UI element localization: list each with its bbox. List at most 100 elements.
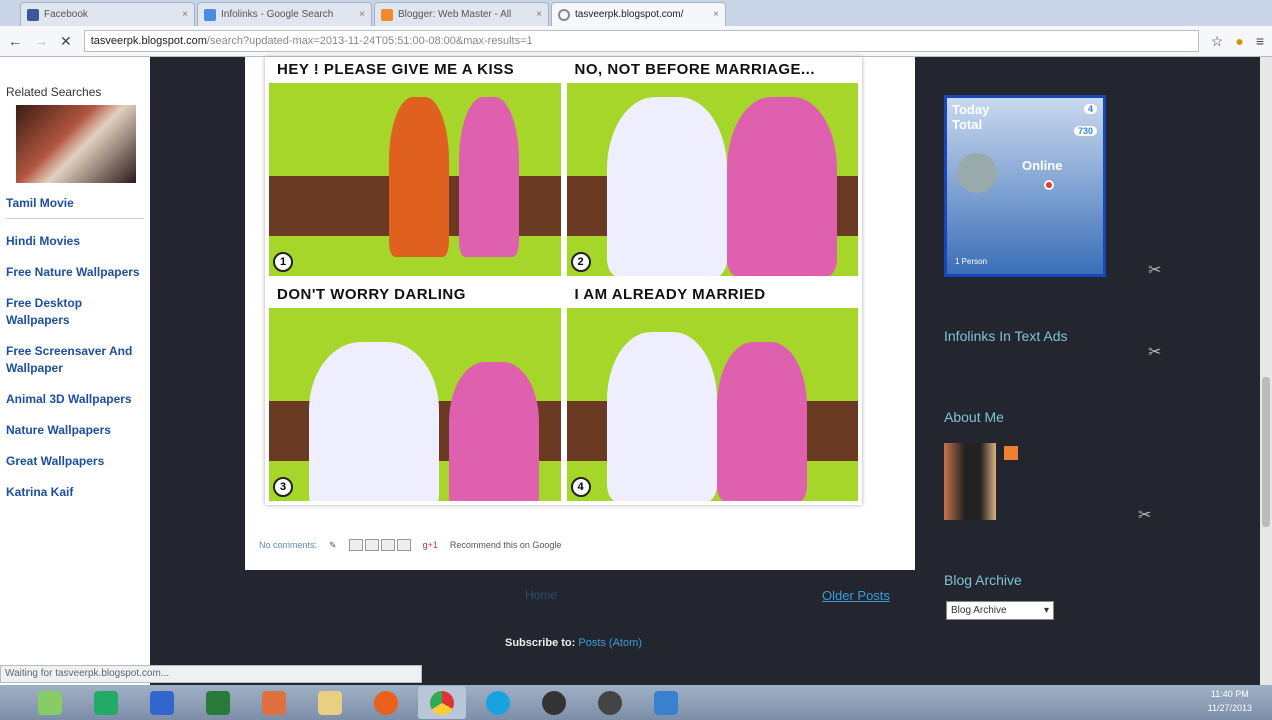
subscribe-line: Subscribe to: Posts (Atom): [505, 637, 642, 649]
close-icon[interactable]: ×: [182, 9, 188, 20]
tab-strip: Facebook × Infolinks - Google Search × Blo…: [0, 0, 1272, 26]
total-value: 730: [1073, 126, 1097, 136]
blog-archive-title: Blog Archive: [944, 572, 1022, 588]
infolinks-title: Infolinks In Text Ads: [944, 328, 1068, 344]
comments-link[interactable]: No comments:: [259, 540, 317, 550]
about-me-title: About Me: [944, 409, 1004, 425]
powerpoint-icon[interactable]: [250, 686, 298, 719]
home-link[interactable]: Home: [525, 588, 557, 602]
clock-time: 11:40 PM: [1210, 689, 1249, 699]
subscribe-link[interactable]: Posts (Atom): [578, 637, 642, 649]
edit-widget-icon[interactable]: ✂: [1148, 342, 1161, 362]
related-link[interactable]: Free Desktop Wallpapers: [6, 295, 144, 329]
persons-count: 1 Person: [955, 257, 988, 266]
tab-label: Facebook: [44, 9, 88, 20]
edit-pencil-icon[interactable]: ✎: [329, 540, 337, 551]
status-bar: Waiting for tasveerpk.blogspot.com...: [0, 665, 422, 683]
post-footer: No comments: ✎ g+1 Recommend this on Goo…: [259, 539, 561, 551]
related-link[interactable]: Tamil Movie: [6, 195, 144, 219]
chevron-down-icon: ▾: [1043, 605, 1049, 616]
globe-icon: [957, 153, 997, 193]
email-share-icon[interactable]: [348, 539, 363, 551]
panel-caption: NO, NOT BEFORE MARRIAGE...: [566, 57, 858, 83]
word-icon[interactable]: [82, 686, 130, 719]
related-link[interactable]: Katrina Kaif: [6, 484, 144, 501]
related-searches-sidebar: Related Searches Tamil Movie Hindi Movie…: [0, 57, 150, 685]
tab-blogger[interactable]: Blogger: Web Master - All ×: [374, 2, 549, 26]
related-thumbnail[interactable]: [16, 105, 136, 183]
panel-number: 1: [273, 252, 293, 272]
facebook-share-icon[interactable]: [396, 539, 411, 551]
edit-widget-icon[interactable]: ✂: [1148, 260, 1161, 280]
panel-caption: HEY ! PLEASE GIVE ME A KISS: [269, 57, 561, 83]
excel-icon[interactable]: [194, 686, 242, 719]
extension-icon[interactable]: ●: [1235, 33, 1243, 49]
tab-label: tasveerpk.blogspot.com/: [575, 9, 684, 20]
file-explorer-icon[interactable]: [306, 686, 354, 719]
profile-photo[interactable]: [944, 443, 996, 520]
related-searches-title: Related Searches: [6, 85, 102, 99]
blog-share-icon[interactable]: [364, 539, 379, 551]
older-posts-link[interactable]: Older Posts: [822, 588, 890, 603]
share-buttons: [348, 539, 411, 551]
loading-icon: [558, 8, 570, 21]
forward-icon[interactable]: →: [34, 33, 48, 49]
comic-panel: NO, NOT BEFORE MARRIAGE... 2: [566, 57, 858, 276]
blogger-icon: [381, 8, 393, 21]
blog-post: HEY ! PLEASE GIVE ME A KISS 1 NO, NOT BEF…: [245, 57, 915, 570]
close-icon[interactable]: ×: [713, 9, 719, 20]
online-dot-icon: [1044, 180, 1054, 190]
blog-archive-select[interactable]: Blog Archive ▾: [946, 601, 1054, 620]
chrome-icon[interactable]: [418, 686, 466, 719]
back-icon[interactable]: ←: [8, 33, 22, 49]
scrollbar[interactable]: [1260, 57, 1272, 685]
tab-label: Infolinks - Google Search: [221, 9, 334, 20]
url-path: /search?updated-max=2013-11-24T05:51:00-…: [206, 35, 533, 47]
comic-panel: I AM ALREADY MARRIED 4: [566, 282, 858, 501]
stop-icon[interactable]: ✕: [60, 33, 72, 50]
related-link[interactable]: Free Screensaver And Wallpaper: [6, 343, 144, 377]
related-link[interactable]: Great Wallpapers: [6, 453, 144, 470]
panel-number: 4: [570, 477, 591, 497]
clock-date: 11/27/2013: [1207, 703, 1252, 713]
notepad-icon[interactable]: [26, 686, 74, 719]
today-value: 4: [1083, 104, 1097, 114]
taskbar: 11:40 PM 11/27/2013: [0, 685, 1272, 720]
related-link[interactable]: Free Nature Wallpapers: [6, 264, 144, 281]
related-link[interactable]: Animal 3D Wallpapers: [6, 391, 144, 408]
blogger-profile-icon: [1004, 446, 1018, 460]
twitter-share-icon[interactable]: [380, 539, 395, 551]
camtasia-icon[interactable]: [530, 686, 578, 719]
recorder-icon[interactable]: [586, 686, 634, 719]
related-link[interactable]: Hindi Movies: [6, 233, 144, 250]
skype-icon[interactable]: [474, 686, 522, 719]
firefox-icon[interactable]: [362, 686, 410, 719]
google-plus-icon[interactable]: g+1: [423, 540, 438, 550]
outlook-icon[interactable]: [138, 686, 186, 719]
tab-facebook[interactable]: Facebook ×: [20, 2, 195, 26]
panel-caption: I AM ALREADY MARRIED: [566, 282, 858, 308]
related-link[interactable]: Nature Wallpapers: [6, 422, 144, 439]
star-icon[interactable]: ☆: [1211, 33, 1224, 50]
edit-widget-icon[interactable]: ✂: [1138, 505, 1151, 525]
close-icon[interactable]: ×: [359, 9, 365, 20]
visitor-counter-widget[interactable]: Today Total 4 730 Online 1 Person: [944, 95, 1106, 277]
app-icon[interactable]: [642, 686, 690, 719]
recommend-text: Recommend this on Google: [449, 540, 562, 550]
tab-google[interactable]: Infolinks - Google Search ×: [197, 2, 372, 26]
menu-icon[interactable]: ≡: [1256, 33, 1264, 49]
today-label: Today: [952, 102, 990, 117]
url-input[interactable]: tasveerpk.blogspot.com/search?updated-ma…: [83, 30, 1199, 52]
panel-caption: DON'T WORRY DARLING: [269, 282, 561, 308]
close-icon[interactable]: ×: [536, 9, 542, 20]
archive-select-value: Blog Archive: [951, 605, 1007, 616]
system-clock[interactable]: 11:40 PM 11/27/2013: [1208, 687, 1252, 715]
subscribe-label: Subscribe to:: [505, 637, 576, 649]
tab-tasveerpk[interactable]: tasveerpk.blogspot.com/ ×: [551, 2, 726, 26]
comic-panel: DON'T WORRY DARLING 3: [269, 282, 561, 501]
scrollbar-thumb[interactable]: [1262, 377, 1270, 527]
panel-number: 2: [570, 252, 591, 272]
comic-image: HEY ! PLEASE GIVE ME A KISS 1 NO, NOT BEF…: [265, 57, 862, 505]
google-icon: [204, 8, 216, 21]
comic-panel: HEY ! PLEASE GIVE ME A KISS 1: [269, 57, 561, 276]
